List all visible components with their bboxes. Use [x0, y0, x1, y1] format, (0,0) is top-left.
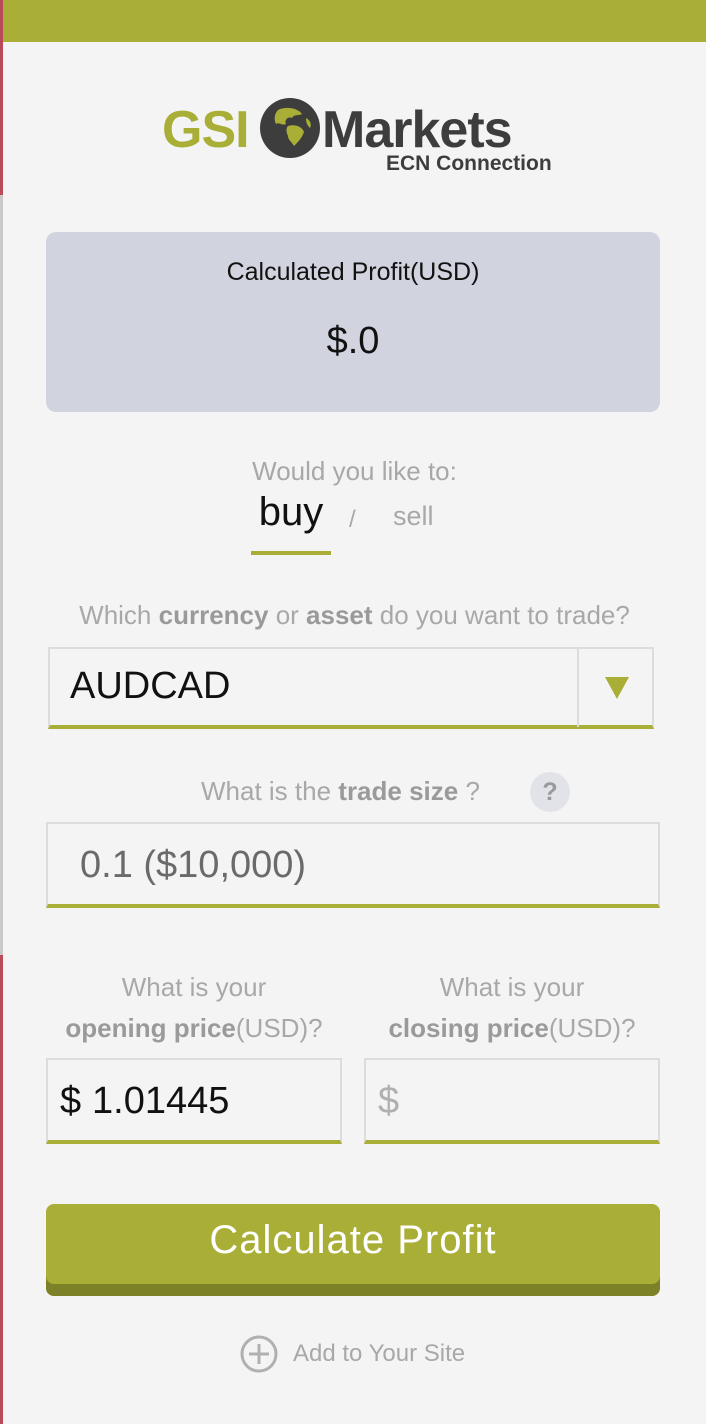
globe-icon: [260, 98, 320, 158]
gsi-markets-logo: GSI Markets ECN Connection: [158, 96, 558, 186]
sell-option[interactable]: sell: [393, 501, 434, 532]
direction-question: Would you like to:: [252, 456, 457, 486]
opening-price-input[interactable]: $ 1.01445: [46, 1058, 342, 1144]
calculate-profit-label: Calculate Profit: [209, 1218, 497, 1262]
closing-price-currency: $: [378, 1080, 400, 1122]
asset-select-value: AUDCAD: [70, 665, 231, 707]
trade-size-input[interactable]: 0.1 ($10,000): [46, 822, 660, 908]
logo-text-markets: Markets: [322, 101, 513, 159]
calculated-profit-panel: Calculated Profit(USD) $.0: [46, 232, 660, 412]
logo-text-gsi: GSI: [162, 101, 250, 159]
buy-option[interactable]: buy: [251, 490, 331, 554]
calculated-profit-label: Calculated Profit(USD): [226, 258, 480, 286]
calculate-profit-button[interactable]: Calculate Profit: [46, 1204, 660, 1296]
calculated-profit-value: $.0: [326, 320, 380, 362]
direction-separator: /: [349, 506, 356, 533]
asset-select-toggle[interactable]: [580, 649, 654, 727]
profit-calculator-widget: GSI Markets ECN Connection Calculated Pr…: [3, 0, 706, 1424]
logo-tagline: ECN Connection: [386, 152, 552, 175]
trade-size-value: 0.1 ($10,000): [80, 844, 307, 886]
asset-question: Which currency or asset do you want to t…: [79, 600, 630, 630]
opening-price-value: 1.01445: [92, 1080, 230, 1122]
trade-size-help-icon[interactable]: ?: [530, 772, 570, 812]
trade-size-question: What is the trade size ?: [201, 776, 480, 806]
select-divider: [577, 649, 579, 727]
closing-price-question: What is your closing price(USD)?: [388, 972, 636, 1043]
plus-circle-icon: [240, 1335, 278, 1373]
asset-select[interactable]: AUDCAD: [48, 647, 654, 729]
opening-price-question: What is your opening price(USD)?: [65, 972, 323, 1043]
add-to-your-site-label: Add to Your Site: [293, 1340, 466, 1367]
buy-selected-indicator: [251, 551, 331, 555]
triangle-down-icon: [605, 677, 629, 699]
opening-price-currency: $: [60, 1080, 82, 1122]
top-accent-bar: [3, 0, 706, 42]
closing-price-input[interactable]: $: [364, 1058, 660, 1144]
